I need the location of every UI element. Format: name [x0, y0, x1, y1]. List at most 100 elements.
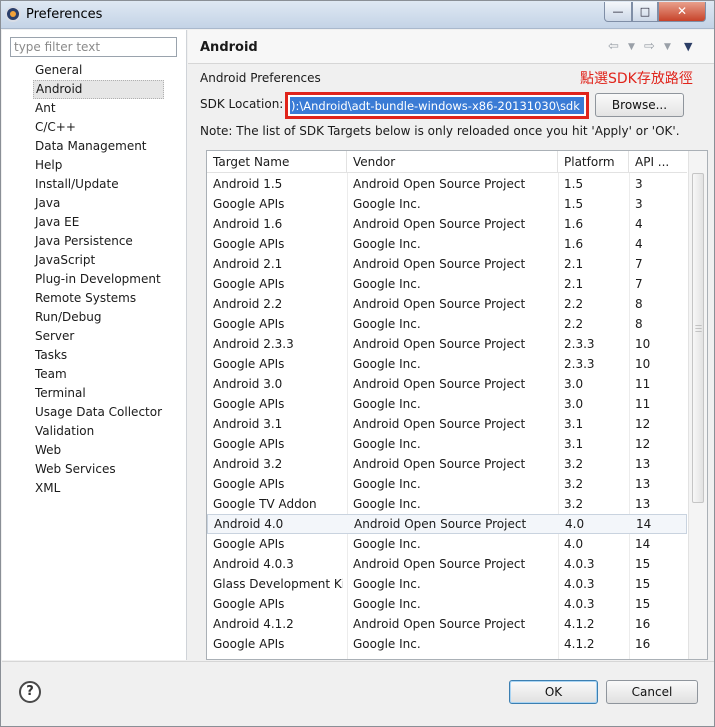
table-row[interactable]: Google APIs Google Inc. 4.0.3 15 [207, 594, 687, 614]
ok-button[interactable]: OK [509, 680, 598, 704]
cell-target-name: Google APIs [213, 437, 285, 451]
cell-vendor: Google Inc. [353, 577, 421, 591]
forward-dropdown-icon[interactable]: ▼ [664, 42, 671, 52]
cell-api-level: 4 [635, 217, 643, 231]
cell-vendor: Android Open Source Project [353, 177, 526, 191]
cell-target-name: Google APIs [213, 357, 285, 371]
table-row[interactable]: Android 1.5 Android Open Source Project 1.… [207, 174, 687, 194]
sidebar-item-tasks[interactable]: Tasks [33, 346, 164, 365]
cell-vendor: Google Inc. [353, 497, 421, 511]
table-row[interactable]: Android 4.0.3 Android Open Source Project… [207, 554, 687, 574]
sidebar-item-usage-data-collector[interactable]: Usage Data Collector [33, 403, 164, 422]
cell-platform: 2.3.3 [564, 337, 595, 351]
table-row[interactable]: Android 4.0 Android Open Source Project 4.… [207, 514, 687, 534]
sidebar-item-java-persistence[interactable]: Java Persistence [33, 232, 164, 251]
table-row[interactable]: Android 3.2 Android Open Source Project 3.… [207, 454, 687, 474]
sidebar-item-c-c-[interactable]: C/C++ [33, 118, 164, 137]
table-row[interactable]: Android 2.2 Android Open Source Project 2.… [207, 294, 687, 314]
cell-api-level: 16 [635, 617, 651, 631]
cell-vendor: Google Inc. [353, 277, 421, 291]
minimize-button[interactable]: — [604, 2, 632, 22]
table-scrollbar[interactable]: — — — [688, 151, 707, 659]
sidebar-item-run-debug[interactable]: Run/Debug [33, 308, 164, 327]
cell-platform: 3.2 [564, 497, 584, 511]
window-title: Preferences [26, 7, 103, 22]
cell-platform: 2.2 [564, 317, 584, 331]
cell-api-level: 8 [635, 317, 643, 331]
cancel-button[interactable]: Cancel [606, 680, 698, 704]
sidebar-item-web[interactable]: Web [33, 441, 164, 460]
sidebar-item-javascript[interactable]: JavaScript [33, 251, 164, 270]
table-row[interactable]: Google APIs Google Inc. 2.3.3 10 [207, 354, 687, 374]
view-menu-icon[interactable]: ▼ [684, 40, 692, 53]
back-arrow-icon[interactable]: ⇦ [608, 39, 619, 54]
filter-input[interactable] [10, 37, 177, 57]
cell-platform: 2.2 [564, 297, 584, 311]
table-row[interactable]: Google APIs Google Inc. 3.0 11 [207, 394, 687, 414]
cell-platform: 4.0 [564, 537, 584, 551]
table-row[interactable]: Android 3.1 Android Open Source Project 3.… [207, 414, 687, 434]
browse-button[interactable]: Browse... [595, 93, 684, 117]
cell-target-name: Android 4.0 [214, 517, 284, 531]
sidebar-item-help[interactable]: Help [33, 156, 164, 175]
table-row[interactable]: Android 2.3.3 Android Open Source Project… [207, 334, 687, 354]
title-bar[interactable]: Preferences — □ ✕ [1, 1, 714, 29]
column-header-vendor[interactable]: Vendor [347, 151, 558, 173]
sidebar-item-plug-in-development[interactable]: Plug-in Development [33, 270, 164, 289]
sidebar-item-install-update[interactable]: Install/Update [33, 175, 164, 194]
sidebar-item-team[interactable]: Team [33, 365, 164, 384]
column-header-platform[interactable]: Platform [558, 151, 629, 173]
sidebar-item-ant[interactable]: Ant [33, 99, 164, 118]
sidebar-item-android[interactable]: Android [33, 80, 165, 99]
sidebar-item-data-management[interactable]: Data Management [33, 137, 164, 156]
sidebar-item-java-ee[interactable]: Java EE [33, 213, 164, 232]
table-row[interactable]: Android 3.0 Android Open Source Project 3.… [207, 374, 687, 394]
close-icon: ✕ [676, 4, 688, 18]
sidebar-item-terminal[interactable]: Terminal [33, 384, 164, 403]
table-row[interactable]: Google APIs Google Inc. 4.0 14 [207, 534, 687, 554]
cell-vendor: Android Open Source Project [353, 337, 526, 351]
column-header-api[interactable]: API ... [629, 151, 687, 173]
cell-target-name: Android 2.2 [213, 297, 283, 311]
cell-platform: 1.5 [564, 177, 584, 191]
sidebar-item-xml[interactable]: XML [33, 479, 164, 498]
back-dropdown-icon[interactable]: ▼ [628, 42, 635, 52]
cell-vendor: Google Inc. [353, 437, 421, 451]
sdk-location-input[interactable] [290, 97, 584, 114]
table-row[interactable]: Google APIs Google Inc. 4.1.2 16 [207, 634, 687, 654]
cell-api-level: 4 [635, 237, 643, 251]
table-row[interactable]: Glass Development Ki... Google Inc. 4.0.3 1… [207, 574, 687, 594]
table-row[interactable]: Android 4.1.2 Android Open Source Project… [207, 614, 687, 634]
table-row[interactable]: Google APIs Google Inc. 1.6 4 [207, 234, 687, 254]
table-row[interactable]: Android 1.6 Android Open Source Project 1.… [207, 214, 687, 234]
cell-platform: 4.0.3 [564, 577, 595, 591]
cell-api-level: 3 [635, 197, 643, 211]
cell-target-name: Google APIs [213, 197, 285, 211]
table-row[interactable]: Google TV Addon Google Inc. 3.2 13 [207, 494, 687, 514]
sidebar-item-server[interactable]: Server [33, 327, 164, 346]
table-row[interactable]: Google APIs Google Inc. 3.1 12 [207, 434, 687, 454]
close-button[interactable]: ✕ [658, 2, 706, 22]
table-row[interactable]: Google APIs Google Inc. 3.2 13 [207, 474, 687, 494]
sidebar-item-java[interactable]: Java [33, 194, 164, 213]
column-header-target-name[interactable]: Target Name [207, 151, 347, 173]
scroll-thumb[interactable]: — — — [692, 173, 704, 503]
help-button[interactable]: ? [19, 681, 41, 703]
cell-api-level: 15 [635, 577, 651, 591]
table-row[interactable]: Google APIs Google Inc. 2.2 8 [207, 314, 687, 334]
cell-target-name: Android 4.0.3 [213, 557, 294, 571]
cell-target-name: Android 1.6 [213, 217, 283, 231]
sidebar-item-web-services[interactable]: Web Services [33, 460, 164, 479]
forward-arrow-icon[interactable]: ⇨ [644, 39, 655, 54]
maximize-button[interactable]: □ [632, 2, 658, 22]
table-row[interactable]: Google APIs Google Inc. 2.1 7 [207, 274, 687, 294]
sidebar-item-validation[interactable]: Validation [33, 422, 164, 441]
sidebar-item-general[interactable]: General [33, 61, 164, 80]
table-row[interactable]: Android 2.1 Android Open Source Project 2.… [207, 254, 687, 274]
cell-target-name: Android 3.1 [213, 417, 283, 431]
table-row[interactable]: Google APIs Google Inc. 1.5 3 [207, 194, 687, 214]
sidebar-item-remote-systems[interactable]: Remote Systems [33, 289, 164, 308]
cell-vendor: Android Open Source Project [353, 557, 526, 571]
cell-api-level: 16 [635, 637, 651, 651]
cell-vendor: Android Open Source Project [353, 457, 526, 471]
